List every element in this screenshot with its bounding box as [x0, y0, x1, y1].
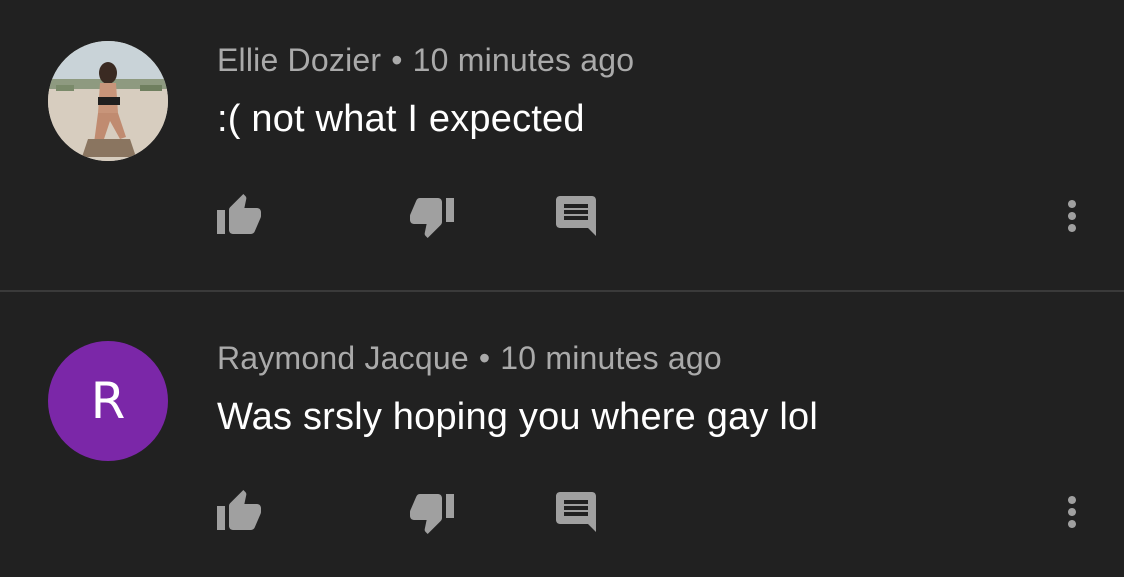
reply-button[interactable]: [552, 488, 600, 536]
comment-meta: Raymond Jacque • 10 minutes ago: [217, 340, 722, 377]
comment-meta: Ellie Dozier • 10 minutes ago: [217, 42, 634, 79]
reply-button[interactable]: [552, 192, 600, 240]
meta-separator: •: [478, 340, 491, 376]
thumb-up-icon: [217, 490, 261, 530]
more-vert-icon: [1068, 200, 1076, 232]
comment-text: :( not what I expected: [217, 98, 585, 140]
avatar[interactable]: R: [48, 341, 168, 461]
author-name[interactable]: Ellie Dozier: [217, 42, 381, 78]
avatar-photo: [48, 41, 168, 161]
reply-icon: [556, 492, 596, 532]
more-options-button[interactable]: [1048, 488, 1096, 536]
meta-separator: •: [391, 42, 403, 78]
more-vert-icon: [1068, 496, 1076, 528]
thumb-down-icon: [410, 494, 454, 534]
more-options-button[interactable]: [1048, 192, 1096, 240]
comment-text: Was srsly hoping you where gay lol: [217, 396, 818, 438]
comment-time[interactable]: 10 minutes ago: [500, 340, 722, 376]
comment-time[interactable]: 10 minutes ago: [413, 42, 635, 78]
like-button[interactable]: [215, 192, 263, 240]
avatar-letter: R: [90, 372, 126, 430]
comment-item: R Raymond Jacque • 10 minutes ago Was srsl…: [0, 292, 1124, 577]
thumb-up-icon: [217, 194, 261, 234]
reply-icon: [556, 196, 596, 236]
dislike-button[interactable]: [408, 488, 456, 536]
avatar[interactable]: [48, 41, 168, 161]
like-button[interactable]: [215, 488, 263, 536]
author-name[interactable]: Raymond Jacque: [217, 340, 469, 376]
dislike-button[interactable]: [408, 192, 456, 240]
comment-item: Ellie Dozier • 10 minutes ago :( not what …: [0, 0, 1124, 290]
thumb-down-icon: [410, 198, 454, 238]
